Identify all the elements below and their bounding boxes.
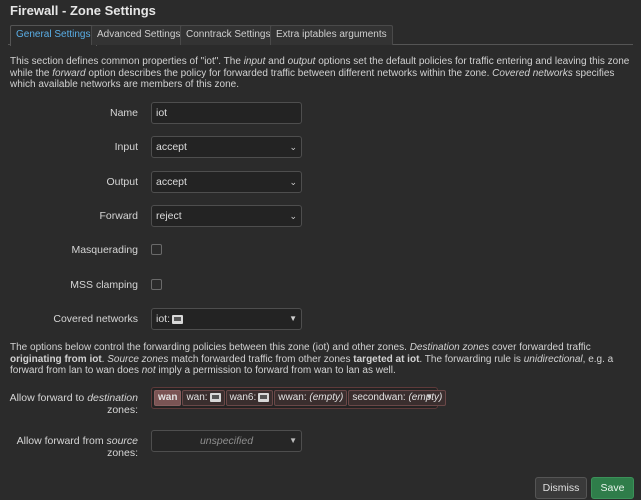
forwarding-description: The options below control the forwarding…	[10, 342, 614, 376]
chevron-down-icon: ⌄	[289, 142, 297, 152]
mss-clamping-checkbox[interactable]	[151, 279, 162, 290]
tab-general-settings[interactable]: General Settings	[10, 25, 97, 46]
input-select[interactable]: accept ⌄	[151, 136, 302, 158]
network-icon	[172, 314, 184, 324]
zone-description: This section defines common properties o…	[10, 56, 630, 90]
network-chip-wan6: wan6:	[225, 390, 274, 406]
allow-destination-label: Allow forward to destination zones:	[9, 392, 138, 416]
output-label: Output	[106, 176, 138, 188]
page-title: Firewall - Zone Settings	[10, 3, 156, 18]
tab-conntrack-settings[interactable]: Conntrack Settings	[180, 25, 277, 45]
input-label: Input	[114, 141, 138, 153]
chevron-down-icon: ▼	[289, 314, 297, 323]
tab-extra-iptables-arguments[interactable]: Extra iptables arguments	[270, 25, 393, 45]
save-button[interactable]: Save	[591, 477, 634, 499]
network-chip-wan: wan:	[182, 390, 225, 406]
chevron-down-icon: ▼	[289, 436, 297, 445]
output-select[interactable]: accept ⌄	[151, 171, 302, 193]
covered-networks-select[interactable]: iot: ▼	[151, 308, 302, 330]
zone-badge-wan: wan	[154, 390, 182, 406]
name-label: Name	[109, 107, 138, 119]
forward-select[interactable]: reject ⌄	[151, 205, 302, 227]
allow-source-label: Allow forward from source zones:	[16, 435, 138, 459]
destination-zones-select[interactable]: wan wan: wan6: wwan: (empty) secondwan: (emp…	[151, 387, 447, 409]
source-zones-select[interactable]: unspecified ▼	[151, 430, 302, 452]
network-icon	[258, 392, 270, 402]
network-icon	[209, 392, 221, 402]
dismiss-button[interactable]: Dismiss	[535, 477, 587, 499]
chevron-down-icon: ▼	[425, 392, 433, 401]
mss-clamping-label: MSS clamping	[70, 279, 138, 291]
masquerading-label: Masquerading	[71, 244, 138, 256]
tab-bar: General Settings Advanced Settings Connt…	[8, 25, 633, 46]
covered-networks-label: Covered networks	[53, 313, 138, 325]
forward-label: Forward	[99, 210, 138, 222]
chevron-down-icon: ⌄	[289, 211, 297, 221]
chevron-down-icon: ⌄	[289, 177, 297, 187]
tab-advanced-settings[interactable]: Advanced Settings	[91, 25, 187, 45]
name-input[interactable]: iot	[151, 102, 302, 124]
masquerading-checkbox[interactable]	[151, 244, 162, 255]
network-chip-wwan: wwan: (empty)	[274, 390, 348, 406]
